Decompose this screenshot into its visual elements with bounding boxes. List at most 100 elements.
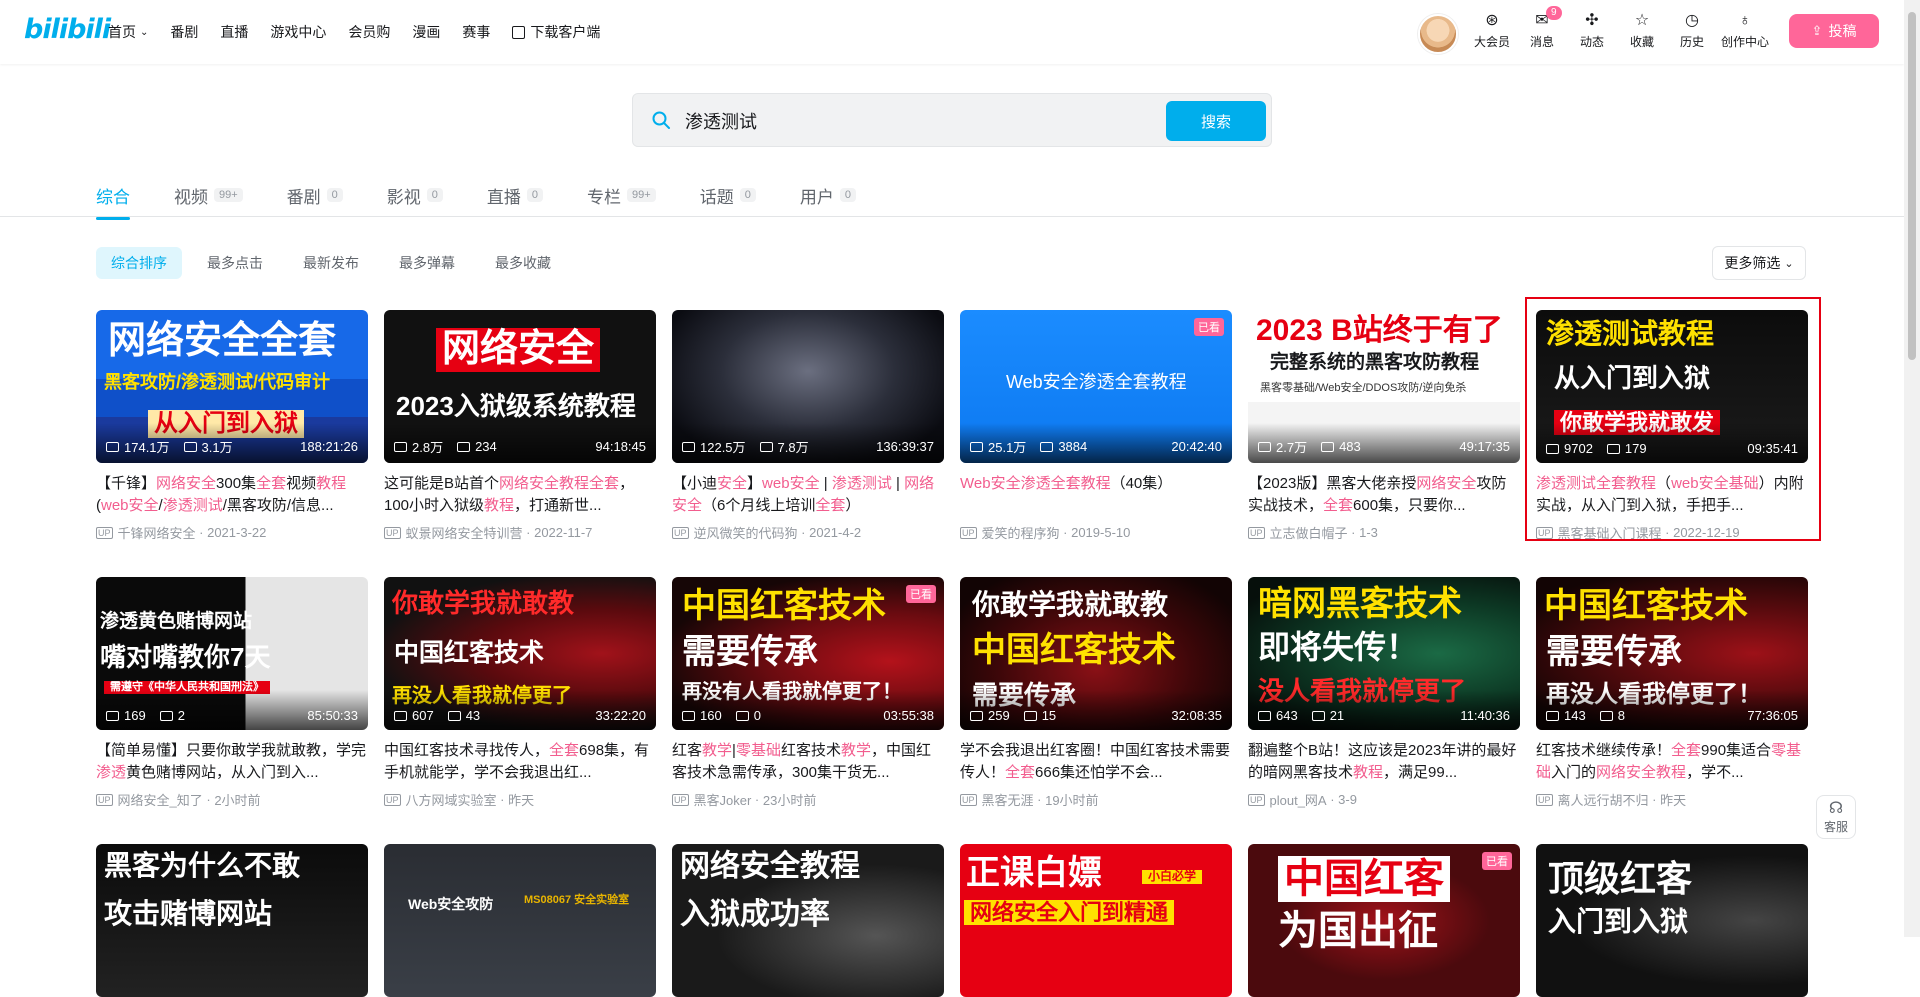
video-thumbnail[interactable]: 2023 B站终于有了 完整系统的黑客攻防教程 黑客零基础/Web安全/DDOS攻防…: [1248, 310, 1520, 463]
video-card[interactable]: 渗透黄色赌博网站 嘴对嘴教你7天 需遵守《中华人民共和国刑法》 169 2 85:50:3…: [96, 577, 368, 809]
video-meta[interactable]: UP 黑客Joker · 23小时前: [672, 790, 944, 809]
video-thumbnail[interactable]: 正课白嫖 网络安全入门到精通 小白必学: [960, 844, 1232, 997]
meta-separator: ·: [1326, 792, 1339, 807]
nav-creator-center[interactable]: ♁ 创作中心: [1720, 12, 1770, 50]
video-title[interactable]: 红客教学|零基础红客技术教学，中国红客技术急需传承，300集干货无...: [672, 740, 944, 784]
bilibili-logo[interactable]: bilibili: [24, 14, 111, 45]
video-card[interactable]: 顶级红客 入门到入狱: [1536, 844, 1808, 997]
video-card[interactable]: 中国红客技术需要传承再没人看我停更了！143877:36:05 红客技术继续传承！…: [1536, 577, 1808, 809]
sort-most-danmaku[interactable]: 最多弹幕: [384, 247, 470, 279]
tab-article[interactable]: 专栏 99+: [587, 178, 656, 212]
video-card[interactable]: 网络安全全套黑客攻防/渗透测试/代码审计从入门到入狱174.1万3.1万188:…: [96, 310, 368, 542]
search-button[interactable]: 搜索: [1166, 101, 1266, 141]
video-meta[interactable]: UP 黑客无涯 · 19小时前: [960, 790, 1232, 809]
nav-game-center[interactable]: 游戏中心: [270, 22, 326, 42]
video-title[interactable]: 中国红客技术寻找传人，全套698集，有手机就能学，学不会我退出红...: [384, 740, 656, 784]
user-avatar[interactable]: [1418, 14, 1458, 54]
video-thumbnail[interactable]: 顶级红客 入门到入狱: [1536, 844, 1808, 997]
sort-newest[interactable]: 最新发布: [288, 247, 374, 279]
video-card[interactable]: 网络安全教程 入狱成功率: [672, 844, 944, 997]
video-meta[interactable]: UP 八方网域实验室 · 昨天: [384, 790, 656, 809]
video-thumbnail[interactable]: 网络安全 2023入狱级系统教程 2.8万 234 94:18:45: [384, 310, 656, 463]
sort-comprehensive[interactable]: 综合排序: [96, 247, 182, 279]
video-thumbnail[interactable]: 暗网黑客技术即将失传！没人看我就停更了6432111:40:36: [1248, 577, 1520, 730]
video-thumbnail[interactable]: Web安全渗透全套教程 已看 25.1万 3884 20:42:40: [960, 310, 1232, 463]
video-meta[interactable]: UP 逆风微笑的代码狗 · 2021-4-2: [672, 523, 944, 542]
video-thumbnail[interactable]: 你敢学我就敢教中国红客技术再没人看我就停更了6074333:22:20: [384, 577, 656, 730]
video-card[interactable]: Web安全攻防 MS08067 安全实验室: [384, 844, 656, 997]
video-thumbnail[interactable]: 渗透黄色赌博网站 嘴对嘴教你7天 需遵守《中华人民共和国刑法》 169 2 85:50:3…: [96, 577, 368, 730]
video-card[interactable]: 黑客为什么不敢 攻击赌博网站: [96, 844, 368, 997]
video-thumbnail[interactable]: 黑客为什么不敢 攻击赌博网站: [96, 844, 368, 997]
tab-bangumi[interactable]: 番剧 0: [287, 178, 343, 212]
publish-date: 2022-12-19: [1673, 525, 1740, 540]
video-title[interactable]: 【简单易懂】只要你敢学我就敢教，学完渗透黄色赌博网站，从入门到入...: [96, 740, 368, 784]
sort-most-favorites[interactable]: 最多收藏: [480, 247, 566, 279]
video-card[interactable]: 中国红客技术需要传承再没有人看我就停更了！已看160003:55:38 红客教学|…: [672, 577, 944, 809]
video-card[interactable]: 你敢学我就敢教中国红客技术再没人看我就停更了6074333:22:20 中国红客技…: [384, 577, 656, 809]
search-input[interactable]: [683, 108, 1207, 134]
uploader-name: 网络安全_知了: [117, 793, 203, 808]
tab-video[interactable]: 视频 99+: [174, 178, 243, 212]
tab-film[interactable]: 影视 0: [387, 178, 443, 212]
video-title[interactable]: 渗透测试全套教程（web安全基础）内附实战，从入门到入狱，手把手...: [1536, 473, 1808, 517]
nav-favorites[interactable]: ☆ 收藏: [1620, 12, 1664, 50]
upload-button[interactable]: ⇪ 投稿: [1789, 14, 1879, 48]
video-meta[interactable]: UP 爱笑的程序狗 · 2019-5-10: [960, 523, 1232, 542]
video-thumbnail[interactable]: 网络安全全套黑客攻防/渗透测试/代码审计从入门到入狱174.1万3.1万188:…: [96, 310, 368, 463]
nav-home[interactable]: 首页 ⌄: [108, 22, 148, 42]
nav-mall[interactable]: 会员购: [348, 22, 390, 42]
video-title[interactable]: 这可能是B站首个网络安全教程全套，100小时入狱级教程，打通新世...: [384, 473, 656, 517]
video-card[interactable]: 你敢学我就敢教中国红客技术需要传承2591532:08:35 学不会我退出红客圈！…: [960, 577, 1232, 809]
video-meta[interactable]: UP 蚁景网络安全特训营 · 2022-11-7: [384, 523, 656, 542]
meta-separator: ·: [496, 792, 509, 807]
nav-live[interactable]: 直播: [220, 22, 248, 42]
video-title[interactable]: 【千锋】网络安全300集全套视频教程(web安全/渗透测试/黑客攻防/信息...: [96, 473, 368, 517]
video-card[interactable]: Web安全渗透全套教程 已看 25.1万 3884 20:42:40 Web安全渗透全套教…: [960, 310, 1232, 542]
video-meta[interactable]: UP 立志做白帽子 · 1-3: [1248, 523, 1520, 542]
nav-messages[interactable]: ✉ 消息 9: [1520, 6, 1564, 50]
video-thumbnail[interactable]: 122.5万 7.8万 136:39:37: [672, 310, 944, 463]
video-card[interactable]: 中国红客 为国出征 已看: [1248, 844, 1520, 997]
video-meta[interactable]: UP 离人远行胡不归 · 昨天: [1536, 790, 1808, 809]
nav-anime[interactable]: 番剧: [170, 22, 198, 42]
more-filter-button[interactable]: 更多筛选 ⌄: [1712, 246, 1806, 280]
tab-live[interactable]: 直播 0: [487, 178, 544, 212]
publish-date: 1-3: [1359, 525, 1378, 540]
video-meta[interactable]: UP 网络安全_知了 · 2小时前: [96, 790, 368, 809]
video-thumbnail[interactable]: 渗透测试教程从入门到入狱你敢学我就敢发970217909:35:41: [1536, 310, 1808, 463]
customer-service-button[interactable]: ☊ 客服: [1816, 795, 1856, 839]
video-thumbnail[interactable]: Web安全攻防 MS08067 安全实验室: [384, 844, 656, 997]
video-card[interactable]: 渗透测试教程从入门到入狱你敢学我就敢发970217909:35:41 渗透测试全套…: [1536, 310, 1808, 542]
video-thumbnail[interactable]: 中国红客 为国出征 已看: [1248, 844, 1520, 997]
video-title[interactable]: 【2023版】黑客大佬亲授网络安全攻防实战技术，全套600集，只要你...: [1248, 473, 1520, 517]
scrollbar-thumb[interactable]: [1908, 12, 1916, 360]
video-thumbnail[interactable]: 中国红客技术需要传承再没人看我停更了！143877:36:05: [1536, 577, 1808, 730]
video-title[interactable]: Web安全渗透全套教程（40集）: [960, 473, 1232, 517]
nav-match[interactable]: 赛事: [462, 22, 490, 42]
video-title[interactable]: 翻遍整个B站！这应该是2023年讲的最好的暗网黑客技术教程，满足99...: [1248, 740, 1520, 784]
nav-history[interactable]: ◷ 历史: [1670, 12, 1714, 50]
video-thumbnail[interactable]: 你敢学我就敢教中国红客技术需要传承2591532:08:35: [960, 577, 1232, 730]
video-card[interactable]: 网络安全 2023入狱级系统教程 2.8万 234 94:18:45 这可能是B站首个网络…: [384, 310, 656, 542]
video-thumbnail[interactable]: 中国红客技术需要传承再没有人看我就停更了！已看160003:55:38: [672, 577, 944, 730]
tab-user[interactable]: 用户 0: [800, 178, 856, 212]
nav-vip[interactable]: ⊛ 大会员: [1470, 12, 1514, 50]
video-card[interactable]: 2023 B站终于有了 完整系统的黑客攻防教程 黑客零基础/Web安全/DDOS攻防…: [1248, 310, 1520, 542]
sort-most-clicks[interactable]: 最多点击: [192, 247, 278, 279]
nav-manga[interactable]: 漫画: [412, 22, 440, 42]
nav-download-client[interactable]: 下载客户端: [512, 22, 600, 42]
nav-dynamic[interactable]: ✣ 动态: [1570, 12, 1614, 50]
video-card[interactable]: 122.5万 7.8万 136:39:37 【小迪安全】web安全 | 渗透测试 | …: [672, 310, 944, 542]
video-card[interactable]: 正课白嫖 网络安全入门到精通 小白必学: [960, 844, 1232, 997]
video-card[interactable]: 暗网黑客技术即将失传！没人看我就停更了6432111:40:36 翻遍整个B站！这…: [1248, 577, 1520, 809]
tab-all[interactable]: 综合: [96, 178, 130, 220]
video-thumbnail[interactable]: 网络安全教程 入狱成功率: [672, 844, 944, 997]
video-title[interactable]: 红客技术继续传承！全套990集适合零基础入门的网络安全教程，学不...: [1536, 740, 1808, 784]
video-meta[interactable]: UP plout_网A · 3-9: [1248, 790, 1520, 809]
tab-topic[interactable]: 话题 0: [700, 178, 756, 212]
video-meta[interactable]: UP 千锋网络安全 · 2021-3-22: [96, 523, 368, 542]
video-title[interactable]: 学不会我退出红客圈！中国红客技术需要传人！全套666集还怕学不会...: [960, 740, 1232, 784]
video-title[interactable]: 【小迪安全】web安全 | 渗透测试 | 网络安全（6个月线上培训全套）: [672, 473, 944, 517]
video-meta[interactable]: UP 黑客基础入门课程 · 2022-12-19: [1536, 523, 1808, 542]
